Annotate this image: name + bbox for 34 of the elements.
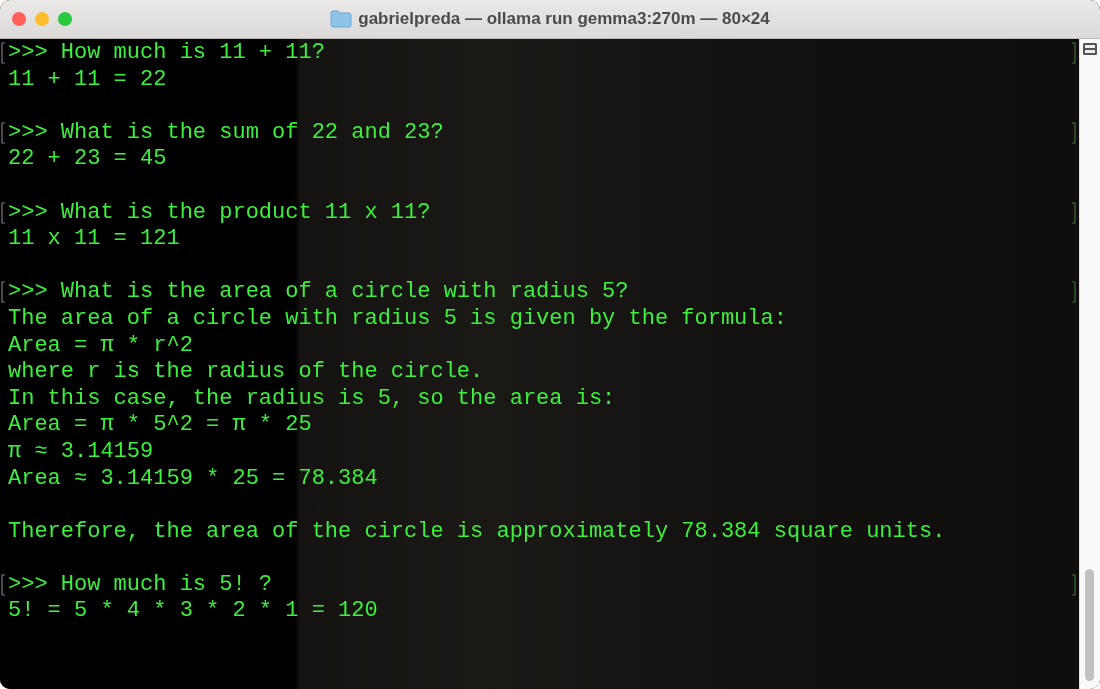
minimize-button[interactable] [35, 12, 49, 26]
output-text: Area = π * r^2 [8, 332, 193, 358]
mark-bracket-icon [1071, 201, 1076, 224]
prompt-text: >>> How much is 11 + 11? [8, 40, 325, 65]
prompt-text: >>> How much is 5! ? [8, 571, 273, 597]
mark-bracket-icon [1071, 121, 1076, 144]
prompt-text: >>> What is the sum of 22 and 23? [8, 119, 444, 145]
split-pane-icon[interactable] [1082, 42, 1098, 56]
output-text: π ≈ 3.14159 [8, 438, 154, 464]
prompt-text: >>> What is the product 11 x 11? [8, 199, 431, 225]
output-text: 11 + 11 = 22 [8, 66, 167, 92]
scrollbar-thumb[interactable] [1085, 569, 1094, 681]
mark-bracket-icon [1, 281, 6, 304]
mark-bracket-icon [1071, 281, 1076, 304]
folder-icon [330, 10, 353, 28]
mark-bracket-icon [1, 573, 6, 596]
output-text: 11 x 11 = 121 [8, 226, 180, 252]
prompt-text: >>> What is the area of a circle with radius 5? [8, 279, 629, 305]
output-text: Therefore, the area of the circle is approximately 78.384 square units. [8, 518, 946, 544]
output-text: In this case, the radius is 5, so the area is: [8, 385, 616, 411]
output-text: The area of a circle with radius 5 is given by the formula: [8, 305, 787, 331]
output-text: Area ≈ 3.14159 * 25 = 78.384 [8, 465, 378, 491]
window-title: gabrielpreda — ollama run gemma3:270m — 80×24 [358, 9, 770, 29]
mark-bracket-icon [1, 42, 6, 64]
zoom-button[interactable] [58, 12, 72, 26]
output-text: 22 + 23 = 45 [8, 146, 167, 172]
output-text: 5! = 5 * 4 * 3 * 2 * 1 = 120 [8, 598, 378, 624]
mark-bracket-icon [1071, 573, 1076, 596]
close-button[interactable] [12, 12, 26, 26]
mark-bracket-icon [1, 201, 6, 224]
mark-bracket-icon [1071, 42, 1076, 64]
mark-bracket-icon [1, 121, 6, 144]
output-text: Area = π * 5^2 = π * 25 [8, 412, 312, 438]
output-text: where r is the radius of the circle. [8, 359, 484, 385]
